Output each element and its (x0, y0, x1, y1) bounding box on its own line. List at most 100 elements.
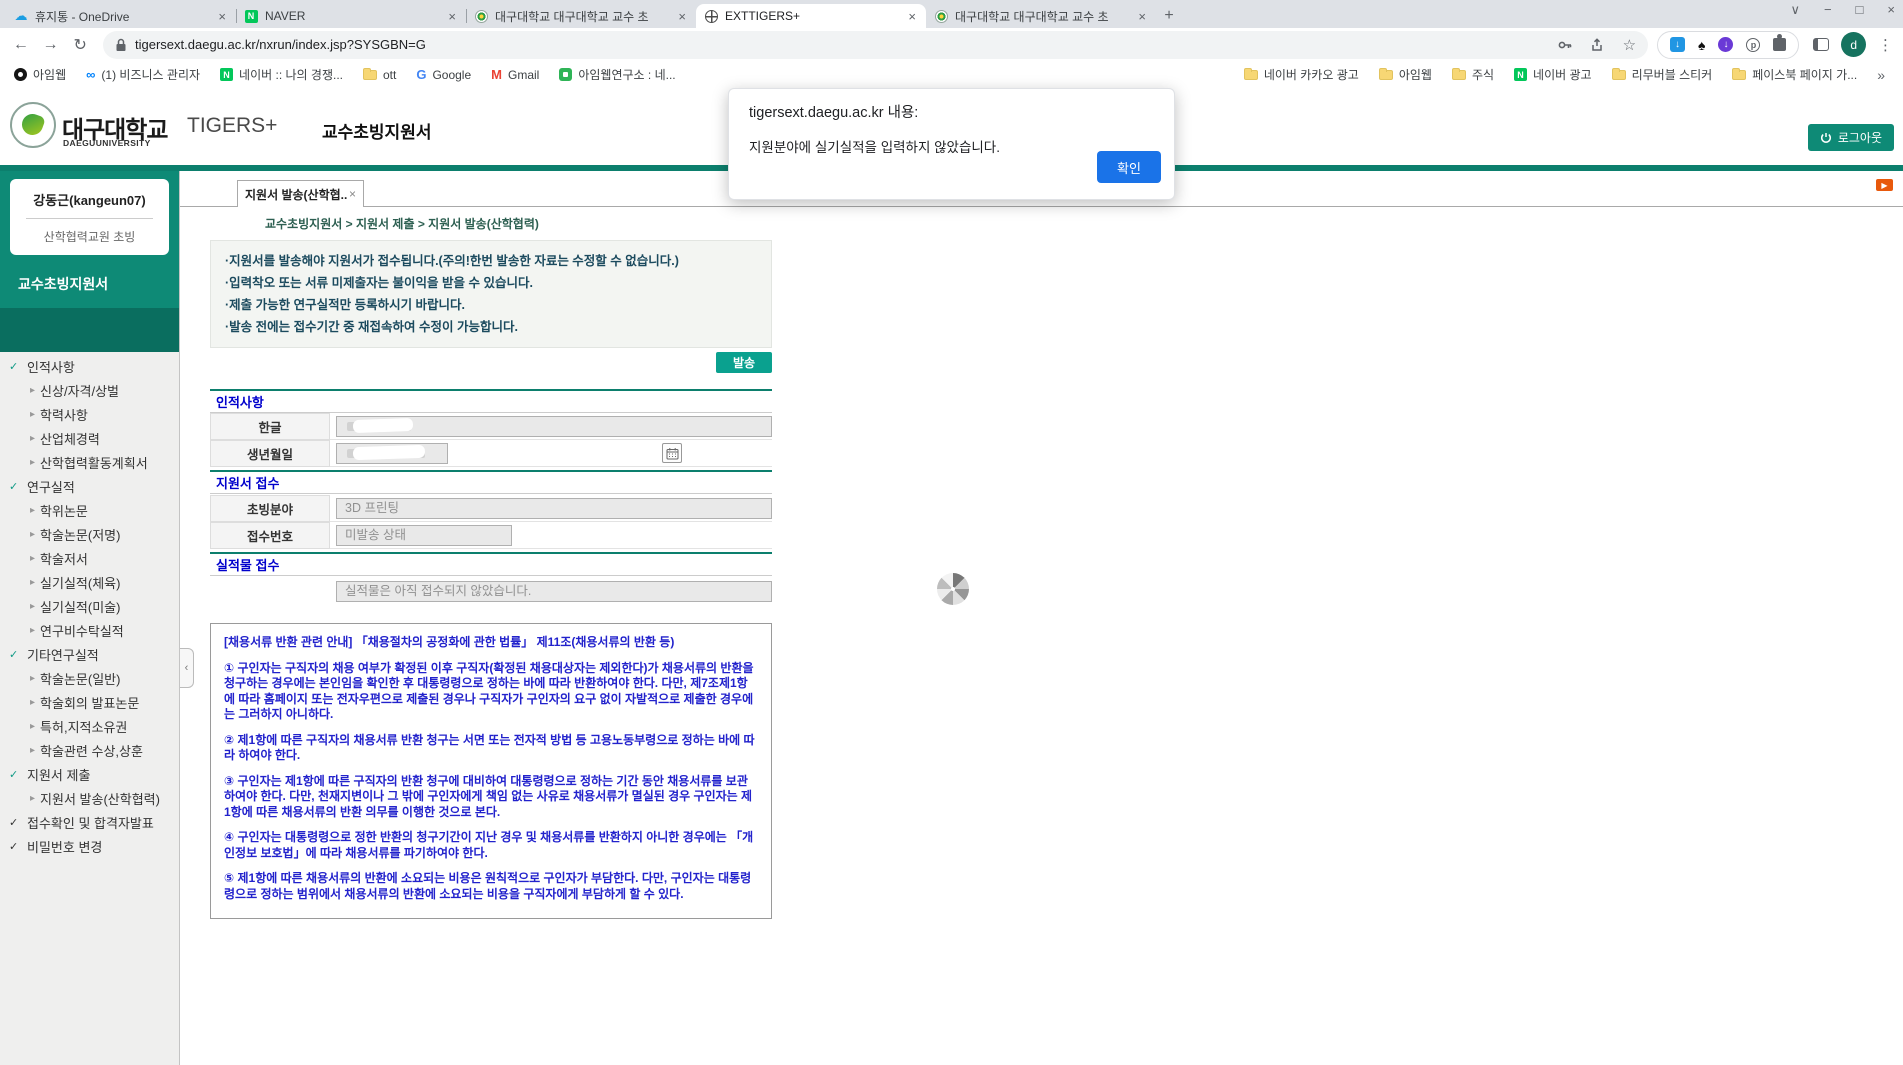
form-row-receipt: 접수번호 미발송 상태 (210, 522, 772, 549)
bookmark-business-manager[interactable]: ∞(1) 비즈니스 관리자 (86, 66, 200, 83)
browser-tab-onedrive[interactable]: ☁ 휴지통 - OneDrive × (6, 4, 236, 28)
downloader-extension-icon[interactable]: ↓ (1670, 37, 1685, 52)
sidebar-item-personal[interactable]: ✓인적사항 (0, 354, 179, 378)
folder-icon (1732, 70, 1746, 80)
check-icon: ✓ (9, 480, 23, 493)
sidebar-item-password-change[interactable]: ✓비밀번호 변경 (0, 834, 179, 858)
bookmark-naver-my[interactable]: N네이버 :: 나의 경쟁... (220, 66, 343, 83)
password-key-icon[interactable] (1557, 37, 1573, 53)
legal-paragraph: ① 구인자는 구직자의 채용 여부가 확정된 이후 구직자(확정된 채용대상자는… (224, 661, 758, 723)
sidebar-item-practical-sports[interactable]: ▸실기실적(체육) (0, 570, 179, 594)
tab-search-caret-icon[interactable]: ∨ (1790, 2, 1800, 18)
browser-tab-daegu-2[interactable]: 대구대학교 대구대학교 교수 초 × (926, 4, 1156, 28)
sidebar-item-cooperation-plan[interactable]: ▸산학협력활동계획서 (0, 450, 179, 474)
side-panel-icon[interactable] (1813, 38, 1829, 51)
share-icon[interactable] (1590, 37, 1606, 53)
new-tab-button[interactable]: + (1156, 4, 1182, 28)
bookmark-star-icon[interactable]: ☆ (1623, 36, 1636, 54)
address-bar[interactable]: tigersext.daegu.ac.kr/nxrun/index.jsp?SY… (103, 31, 1648, 59)
sidebar-item-research-funds[interactable]: ▸연구비수탁실적 (0, 618, 179, 642)
mdi-expand-icon[interactable]: ▶ (1876, 179, 1893, 191)
sidebar-item-other-research[interactable]: ✓기타연구실적 (0, 642, 179, 666)
profile-avatar[interactable]: d (1841, 32, 1866, 57)
browser-tab-naver[interactable]: N NAVER × (236, 4, 466, 28)
tab-close-icon[interactable]: × (676, 10, 688, 23)
bookmark-imweb-lab[interactable]: 아임웹연구소 : 네... (559, 66, 675, 83)
sidebar-item-awards[interactable]: ▸학술관련 수상,상훈 (0, 738, 179, 762)
daegu-univ-favicon-icon (935, 10, 948, 23)
tab-close-icon[interactable]: × (906, 10, 918, 23)
arrow-icon: ▸ (30, 577, 35, 588)
check-icon: ✓ (9, 360, 23, 373)
window-minimize-button[interactable]: − (1824, 2, 1832, 18)
tab-close-icon[interactable]: × (1136, 10, 1148, 23)
receipt-input: 미발송 상태 (336, 525, 512, 546)
arrow-icon: ▸ (30, 745, 35, 756)
legal-paragraph: ② 제1항에 따른 구직자의 채용서류 반환 청구는 서면 또는 전자적 방법 … (224, 733, 758, 764)
sidebar-item-general-papers[interactable]: ▸학술논문(일반) (0, 666, 179, 690)
sidebar-item-thesis[interactable]: ▸학위논문 (0, 498, 179, 522)
sidebar-item-profile[interactable]: ▸신상/자격/상벌 (0, 378, 179, 402)
naver-favicon-icon: N (245, 10, 258, 23)
legal-paragraph: ⑤ 제1항에 따른 채용서류의 반환에 소요되는 비용은 원칙적으로 구인자가 … (224, 871, 758, 902)
sidebar-collapse-handle[interactable]: ‹ (180, 648, 194, 688)
sidebar-item-journal-papers[interactable]: ▸학술논문(저명) (0, 522, 179, 546)
globe-favicon-icon (705, 10, 718, 23)
send-button[interactable]: 발송 (716, 352, 772, 373)
sidebar-item-education[interactable]: ▸학력사항 (0, 402, 179, 426)
sidebar-item-send-application[interactable]: ▸지원서 발송(산학협력) (0, 786, 179, 810)
mdi-tab-close-icon[interactable]: × (349, 187, 356, 201)
folder-icon (363, 70, 377, 80)
sidebar-item-industry-career[interactable]: ▸산업체경력 (0, 426, 179, 450)
browser-tab-exttigers-active[interactable]: EXTTIGERS+ × (696, 4, 926, 28)
bookmark-imweb[interactable]: 아임웹 (14, 66, 66, 83)
sidebar-item-conference-papers[interactable]: ▸학술회의 발표논문 (0, 690, 179, 714)
user-card: 강동근(kangeun07) 산학협력교원 초빙 (10, 179, 169, 255)
forward-button[interactable]: → (36, 36, 66, 54)
reload-button[interactable]: ↻ (65, 35, 95, 55)
browser-tab-daegu-1[interactable]: 대구대학교 대구대학교 교수 초 × (466, 4, 696, 28)
bookmark-google[interactable]: GGoogle (416, 67, 471, 82)
bookmark-gmail[interactable]: MGmail (491, 67, 539, 82)
google-icon: G (416, 67, 426, 82)
sidebar-active-strip (0, 308, 179, 352)
bookmark-folder-removable-sticker[interactable]: 리무버블 스티커 (1612, 66, 1713, 83)
sidebar-item-books[interactable]: ▸학술저서 (0, 546, 179, 570)
bookmark-folder-ott[interactable]: ott (363, 68, 396, 82)
check-icon: ✓ (9, 648, 23, 661)
bookmark-folder-facebook-page[interactable]: 페이스북 페이지 가... (1732, 66, 1857, 83)
tab-close-icon[interactable]: × (216, 10, 228, 23)
window-maximize-button[interactable]: □ (1856, 2, 1864, 18)
sidebar-item-practical-art[interactable]: ▸실기실적(미술) (0, 594, 179, 618)
browser-tab-strip: ☁ 휴지통 - OneDrive × N NAVER × 대구대학교 대구대학교… (0, 0, 1903, 28)
sidebar-menu-title[interactable]: 교수초빙지원서 (18, 274, 108, 294)
bookmark-folder-imweb[interactable]: 아임웹 (1379, 66, 1432, 83)
sidebar-item-research[interactable]: ✓연구실적 (0, 474, 179, 498)
bookmarks-overflow-icon[interactable]: » (1877, 67, 1885, 83)
arrow-icon: ▸ (30, 793, 35, 804)
back-button[interactable]: ← (6, 36, 36, 54)
pinterest-extension-icon[interactable]: p (1746, 38, 1760, 52)
sidebar-item-patents[interactable]: ▸특허,지적소유권 (0, 714, 179, 738)
meta-icon: ∞ (86, 67, 95, 82)
bookmark-folder-naver-kakao-ad[interactable]: 네이버 카카오 광고 (1244, 66, 1359, 83)
bookmark-folder-stocks[interactable]: 주식 (1452, 66, 1494, 83)
legal-title: [채용서류 반환 관련 안내] 「채용절차의 공정화에 관한 법률」 제11조(… (224, 635, 758, 651)
window-close-button[interactable]: × (1887, 2, 1895, 18)
url-text[interactable]: tigersext.daegu.ac.kr/nxrun/index.jsp?SY… (135, 37, 1557, 52)
sidebar-item-submit[interactable]: ✓지원서 제출 (0, 762, 179, 786)
sidebar-item-receipt-check[interactable]: ✓접수확인 및 합격자발표 (0, 810, 179, 834)
extensions-puzzle-icon[interactable] (1773, 38, 1786, 51)
bookmark-naver-ad[interactable]: N네이버 광고 (1514, 66, 1592, 83)
breadcrumb: 교수초빙지원서 > 지원서 제출 > 지원서 발송(산학협력) (265, 215, 539, 232)
browser-menu-icon[interactable]: ⋮ (1878, 36, 1893, 54)
tab-close-icon[interactable]: × (446, 10, 458, 23)
calendar-button[interactable] (662, 443, 682, 463)
mdi-tab-send-application[interactable]: 지원서 발송(산학협.. × (237, 180, 364, 207)
alert-confirm-button[interactable]: 확인 (1097, 151, 1161, 183)
purple-extension-icon[interactable]: ↓ (1718, 37, 1733, 52)
logout-button[interactable]: 로그아웃 (1808, 124, 1894, 151)
arrow-icon: ▸ (30, 673, 35, 684)
dark-extension-icon[interactable]: ♠ (1698, 38, 1705, 52)
field-input: 3D 프린팅 (336, 498, 772, 519)
